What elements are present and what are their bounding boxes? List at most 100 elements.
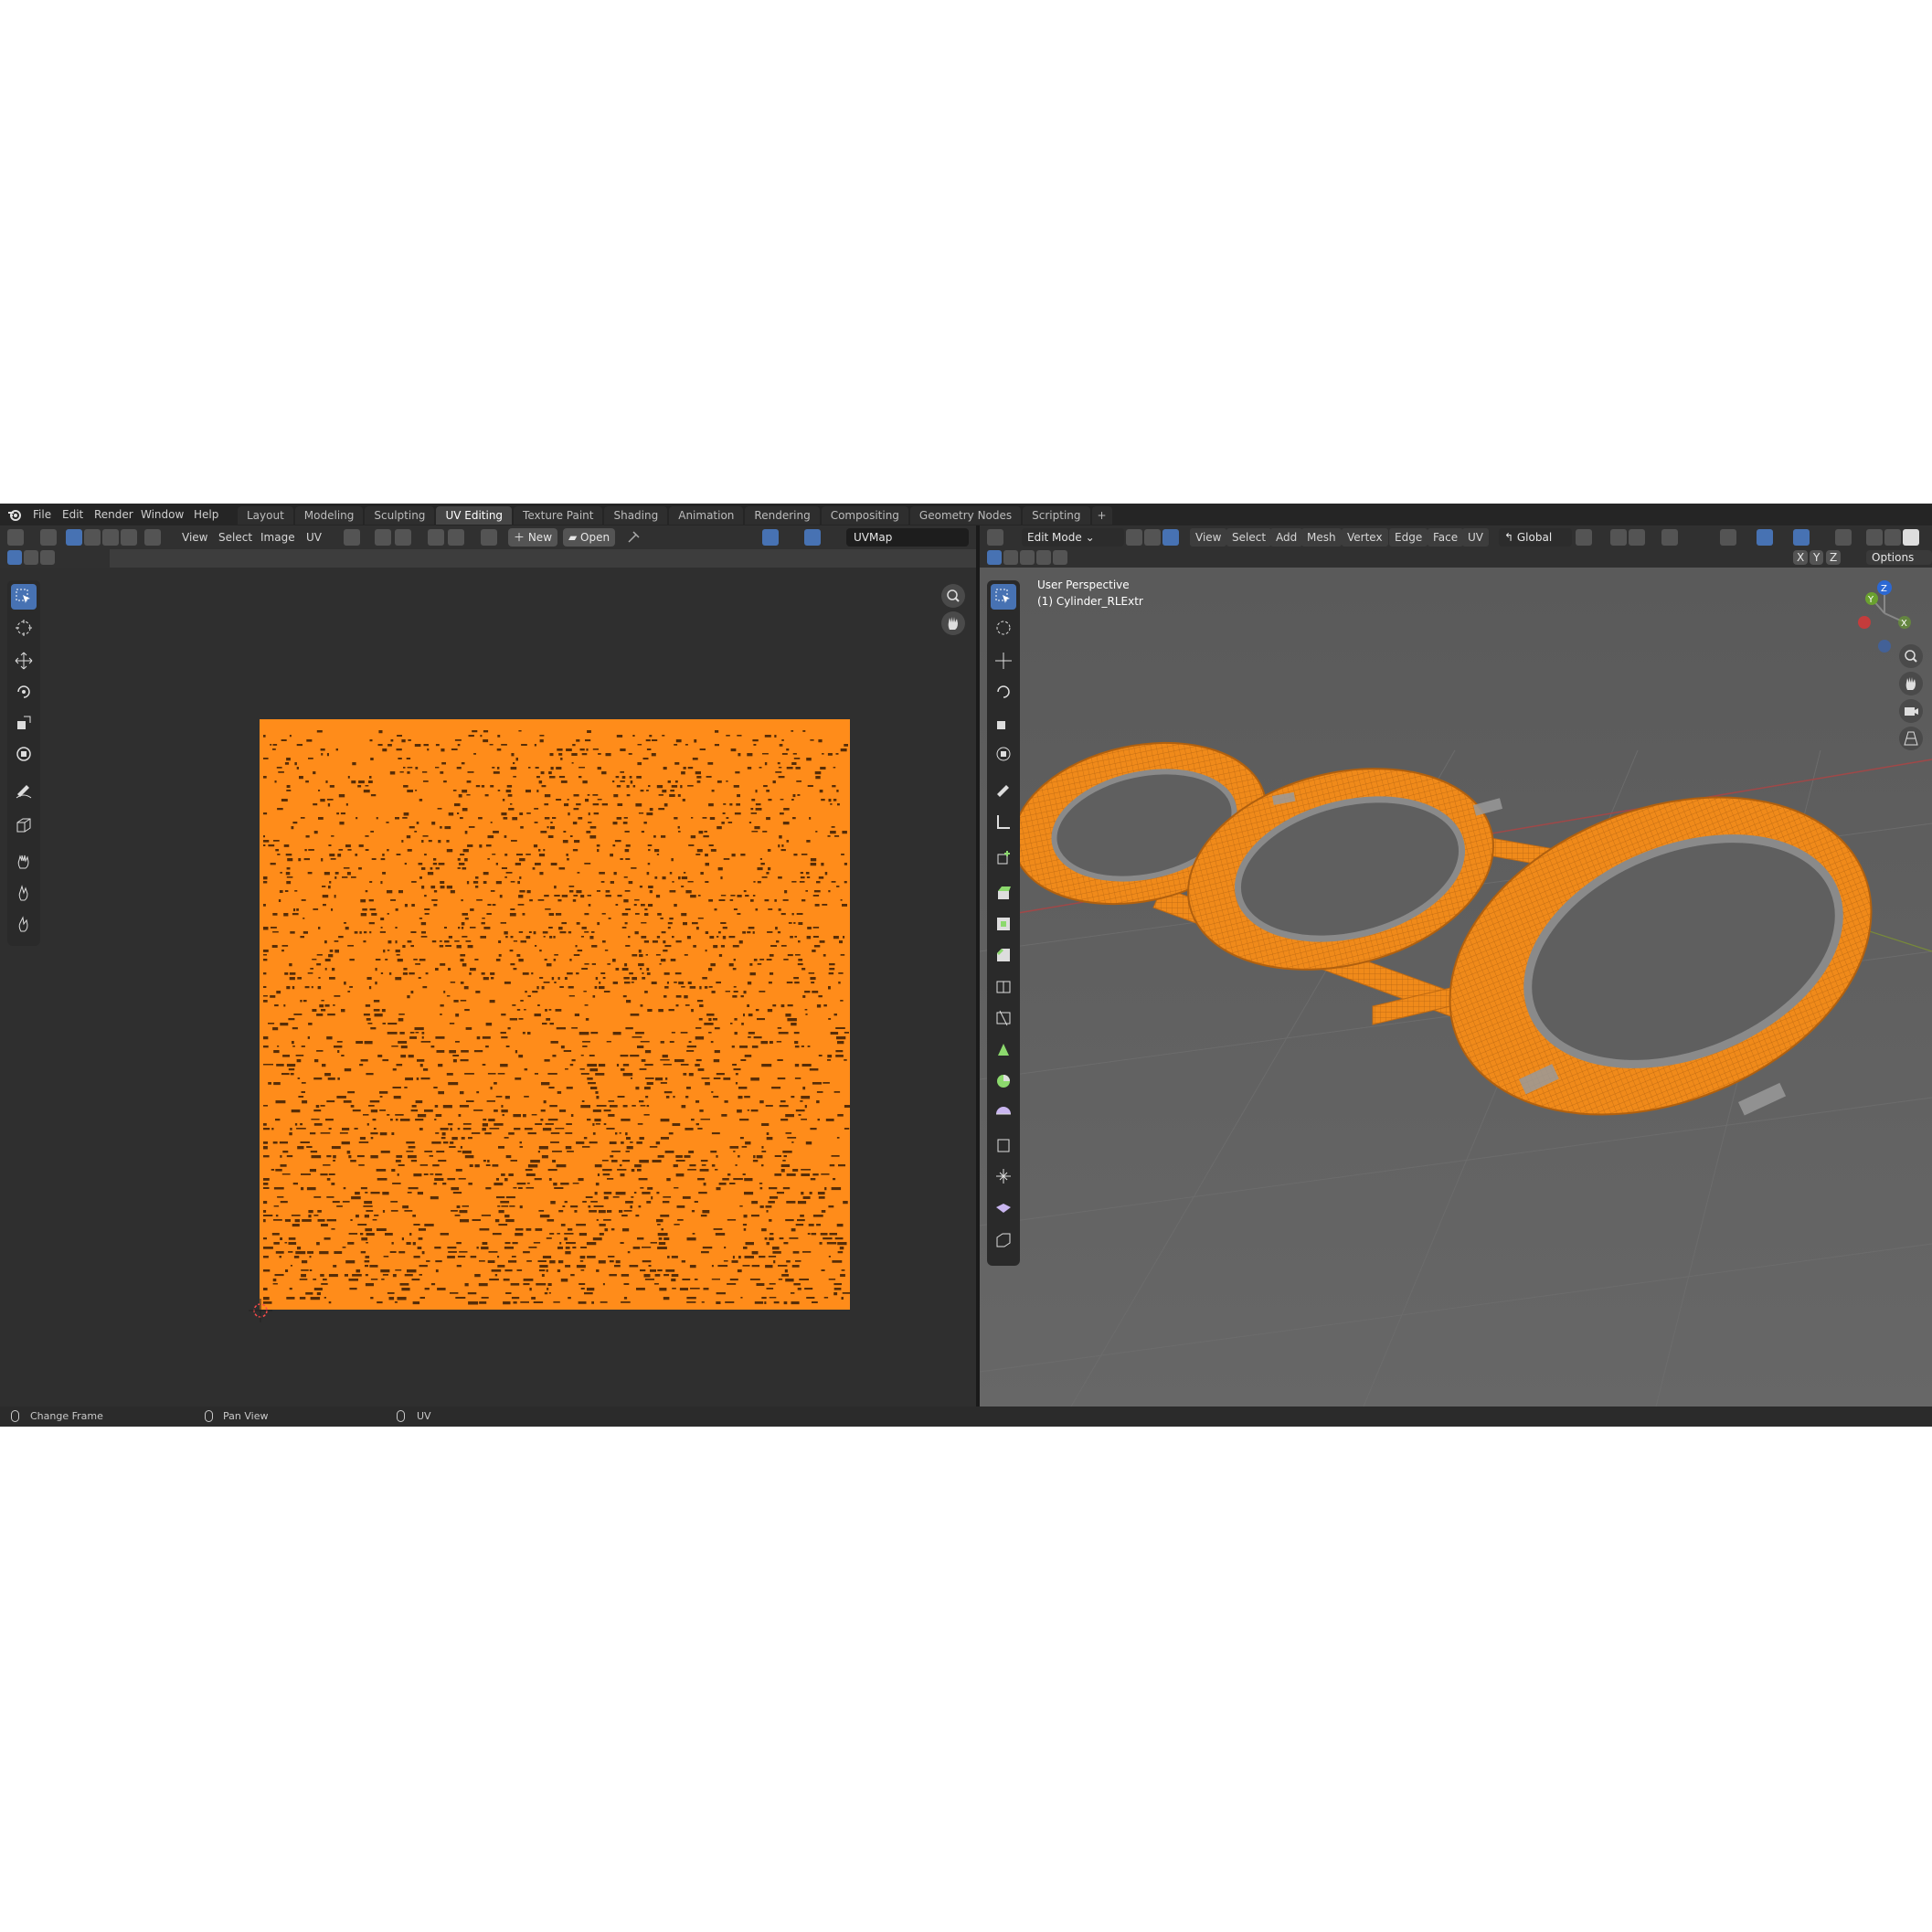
vp-menu-add[interactable]: Add — [1270, 528, 1303, 547]
face-select-icon[interactable] — [102, 529, 119, 546]
pivot-icon[interactable] — [344, 529, 360, 546]
uv-islands-layout[interactable] — [260, 719, 850, 1310]
pan-hand-icon[interactable] — [941, 611, 965, 635]
new-image-button[interactable]: ＋ New — [508, 528, 558, 547]
spin-tool[interactable] — [991, 1068, 1016, 1094]
pin-icon[interactable] — [625, 529, 642, 546]
viewport-gizmo-icon[interactable] — [1757, 529, 1773, 546]
edge-select-icon[interactable] — [84, 529, 101, 546]
transform-tool[interactable] — [11, 741, 37, 767]
viewport-scene[interactable] — [980, 568, 1932, 1407]
poly-build-tool[interactable] — [991, 1037, 1016, 1063]
tab-rendering[interactable]: Rendering — [745, 506, 820, 525]
snap-increment-icon[interactable] — [1629, 529, 1645, 546]
2d-cursor-icon[interactable] — [249, 1299, 272, 1322]
vp-move-tool[interactable] — [991, 648, 1016, 674]
cursor-tool[interactable] — [11, 615, 37, 641]
vp-annotate-tool[interactable] — [991, 778, 1016, 803]
vp-menu-edge[interactable]: Edge — [1389, 528, 1428, 547]
vp-pan-icon[interactable] — [1899, 672, 1923, 695]
rotate-tool[interactable] — [11, 679, 37, 705]
pivot-point-icon[interactable] — [1576, 529, 1592, 546]
uv-menu-uv[interactable]: UV — [306, 528, 322, 547]
axis-x-toggle[interactable]: X — [1793, 550, 1809, 565]
material-shading-icon[interactable] — [1903, 529, 1919, 546]
vp-select-subtract-icon[interactable] — [1020, 550, 1035, 565]
vp-menu-face[interactable]: Face — [1428, 528, 1464, 547]
falloff-icon[interactable] — [448, 529, 464, 546]
visibility-icon[interactable] — [1720, 529, 1736, 546]
open-image-button[interactable]: ▰ Open — [563, 528, 616, 547]
inset-tool[interactable] — [991, 911, 1016, 937]
tab-texture-paint[interactable]: Texture Paint — [514, 506, 603, 525]
vp-menu-uv[interactable]: UV — [1462, 528, 1489, 547]
vp-menu-view[interactable]: View — [1190, 528, 1227, 547]
pinch-tool[interactable] — [11, 911, 37, 937]
perspective-toggle-icon[interactable] — [1899, 727, 1923, 750]
face-mode-icon[interactable] — [1162, 529, 1179, 546]
proportional-icon[interactable] — [1661, 529, 1678, 546]
grab-tool[interactable] — [11, 849, 37, 875]
vp-select-invert-icon[interactable] — [1036, 550, 1051, 565]
menu-render[interactable]: Render — [94, 504, 133, 525]
edge-mode-icon[interactable] — [1144, 529, 1161, 546]
zoom-icon[interactable] — [941, 584, 965, 608]
uv-editor[interactable] — [0, 568, 976, 1407]
options-dropdown[interactable]: Options ⌄ — [1866, 550, 1932, 579]
uvmap-field[interactable]: UVMap — [846, 528, 969, 547]
tab-layout[interactable]: Layout — [238, 506, 293, 525]
solid-shading-icon[interactable] — [1884, 529, 1901, 546]
vp-menu-mesh[interactable]: Mesh — [1301, 528, 1342, 547]
tab-compositing[interactable]: Compositing — [821, 506, 908, 525]
tab-scripting[interactable]: Scripting — [1023, 506, 1090, 525]
vp-cursor-tool[interactable] — [991, 615, 1016, 641]
annotate-tool[interactable] — [11, 778, 37, 803]
edge-slide-tool[interactable] — [991, 1132, 1016, 1158]
vertex-select-icon[interactable] — [66, 529, 82, 546]
sticky-select-icon[interactable] — [144, 529, 161, 546]
uv-menu-image[interactable]: Image — [260, 528, 295, 547]
vp-select-extend-icon[interactable] — [1003, 550, 1018, 565]
viewport-overlay-icon[interactable] — [1793, 529, 1810, 546]
uv-menu-view[interactable]: View — [182, 528, 207, 547]
editor-type-icon[interactable] — [7, 529, 24, 546]
menu-help[interactable]: Help — [194, 504, 218, 525]
snap-target-icon[interactable] — [395, 529, 411, 546]
knife-tool[interactable] — [991, 1004, 1016, 1030]
xray-icon[interactable] — [1835, 529, 1852, 546]
bevel-tool[interactable] — [991, 942, 1016, 968]
menu-window[interactable]: Window — [141, 504, 184, 525]
3d-viewport[interactable]: User Perspective (1) Cylinder_RLExtr Z Y… — [980, 568, 1932, 1407]
proportional-edit-icon[interactable] — [428, 529, 444, 546]
add-workspace-button[interactable]: + — [1091, 506, 1112, 525]
vp-select-box-tool[interactable] — [991, 584, 1016, 610]
move-tool[interactable] — [11, 648, 37, 674]
tab-geometry-nodes[interactable]: Geometry Nodes — [909, 506, 1022, 525]
vp-scale-tool[interactable] — [991, 710, 1016, 736]
axis-z-toggle[interactable]: Z — [1826, 550, 1842, 565]
viewport-editor-type-icon[interactable] — [987, 529, 1003, 546]
vp-select-new-icon[interactable] — [987, 550, 1002, 565]
sync-selection-icon[interactable] — [40, 529, 57, 546]
add-cube-tool[interactable] — [991, 845, 1016, 871]
extrude-tool[interactable] — [991, 880, 1016, 906]
island-select-icon[interactable] — [121, 529, 137, 546]
menu-file[interactable]: File — [33, 504, 51, 525]
tab-sculpting[interactable]: Sculpting — [365, 506, 435, 525]
blender-logo-icon[interactable] — [7, 507, 22, 522]
select-mode-extend-icon[interactable] — [24, 550, 38, 565]
select-box-tool[interactable] — [11, 584, 37, 610]
shrink-fatten-tool[interactable] — [991, 1163, 1016, 1189]
vertex-mode-icon[interactable] — [1126, 529, 1142, 546]
vp-select-intersect-icon[interactable] — [1053, 550, 1067, 565]
rip-tool[interactable] — [991, 1227, 1016, 1253]
camera-view-icon[interactable] — [1899, 699, 1923, 723]
select-mode-subtract-icon[interactable] — [40, 550, 55, 565]
vp-zoom-icon[interactable] — [1899, 644, 1923, 668]
vp-transform-tool[interactable] — [991, 741, 1016, 767]
orientation-selector[interactable]: ↰ Global — [1499, 528, 1572, 547]
smooth-tool[interactable] — [991, 1099, 1016, 1125]
tab-shading[interactable]: Shading — [604, 506, 668, 525]
shear-tool[interactable] — [991, 1196, 1016, 1222]
vp-menu-select[interactable]: Select — [1226, 528, 1272, 547]
